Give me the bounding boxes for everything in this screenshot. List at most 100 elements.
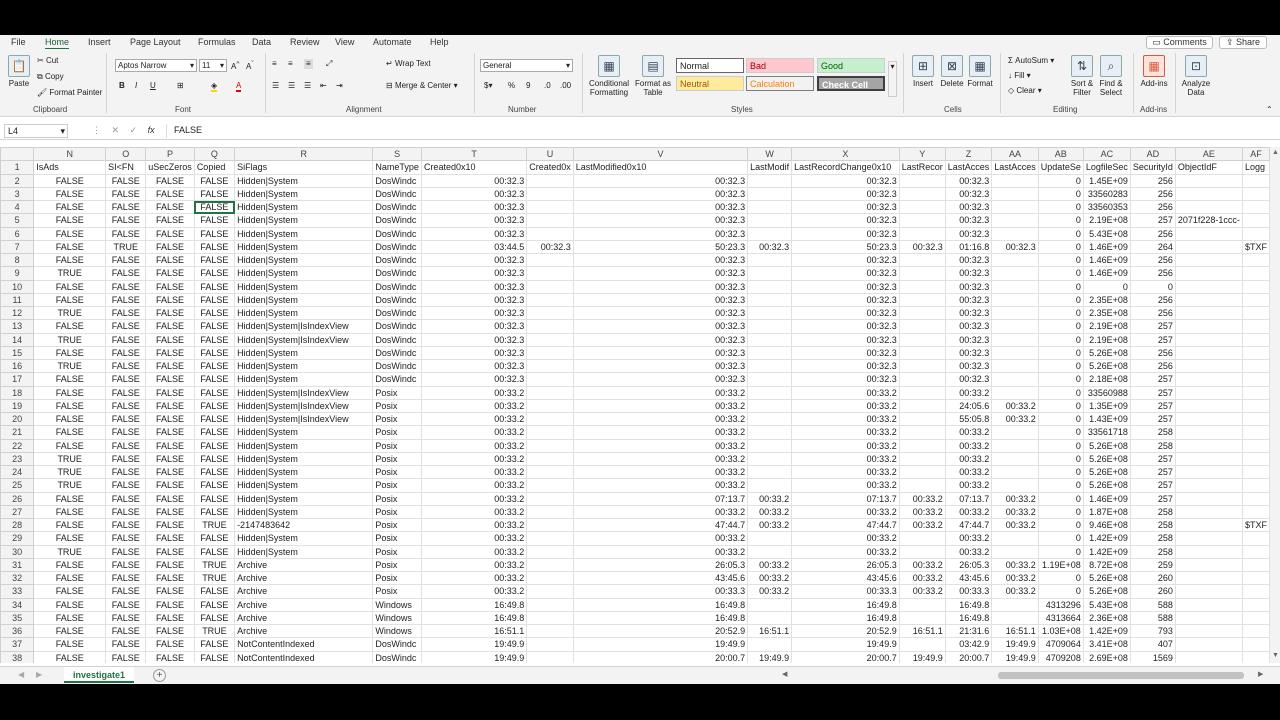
column-header[interactable]: AE	[1174, 147, 1243, 162]
cell[interactable]: 00:32.3	[572, 372, 749, 387]
cell[interactable]	[1241, 358, 1270, 374]
delete-cells-button[interactable]: ⊠ Delete	[938, 55, 966, 88]
next-sheet-icon[interactable]: ▶	[36, 670, 42, 679]
cell[interactable]: FALSE	[105, 332, 147, 347]
style-calculation[interactable]: Calculation	[746, 76, 814, 91]
cell[interactable]: 00:32.3	[791, 345, 900, 361]
cell[interactable]: 19:49.9	[420, 650, 528, 663]
insert-cells-button[interactable]: ⊞ Insert	[910, 55, 936, 88]
cell[interactable]: 00:33.3	[572, 584, 749, 599]
row-header[interactable]: 28	[0, 517, 35, 533]
cell[interactable]	[1174, 266, 1243, 281]
cell[interactable]	[991, 531, 1039, 546]
cell[interactable]: UpdateSe	[1037, 160, 1084, 175]
cell[interactable]: 00:33.2	[898, 504, 946, 520]
worksheet-grid[interactable]: N O P Q R S T U V W X Y Z AA AB AC AD AE AF 1 IsAds SI<FN uSe…	[0, 147, 1270, 663]
cell[interactable]: 00:33.2	[420, 570, 528, 586]
cell[interactable]: FALSE	[105, 584, 147, 599]
cell[interactable]: 257	[1129, 491, 1176, 506]
cell[interactable]: FALSE	[145, 425, 195, 440]
cell[interactable]	[526, 504, 574, 520]
cell[interactable]: 00:32.3	[944, 372, 993, 387]
cell[interactable]	[747, 252, 793, 268]
cell[interactable]: 00:33.2	[572, 464, 749, 480]
cell[interactable]	[1241, 637, 1270, 652]
cell[interactable]: 5.26E+08	[1082, 570, 1131, 586]
cell[interactable]: 257	[1129, 319, 1176, 334]
cell[interactable]: 00:33.2	[420, 584, 528, 599]
cell[interactable]: FALSE	[193, 584, 236, 599]
cell[interactable]: Created0x10	[420, 160, 528, 175]
cell[interactable]	[1241, 584, 1270, 599]
cell[interactable]: 9.46E+08	[1082, 517, 1131, 533]
cell[interactable]: Posix	[372, 451, 422, 467]
percent-style-button[interactable]: %	[508, 81, 515, 91]
cell[interactable]	[898, 478, 946, 493]
cell[interactable]: 2.36E+08	[1082, 610, 1131, 626]
cell[interactable]	[526, 438, 574, 453]
cell[interactable]: 47:44.7	[791, 517, 900, 533]
cell[interactable]: TRUE	[33, 478, 107, 493]
cell[interactable]	[747, 345, 793, 361]
cell[interactable]: 00:32.3	[791, 213, 900, 228]
cell[interactable]: Posix	[372, 425, 422, 440]
cell[interactable]: FALSE	[193, 531, 236, 546]
cell[interactable]	[526, 186, 574, 202]
wrap-text-button[interactable]: ↵ Wrap Text	[386, 59, 431, 69]
cell[interactable]: 5.26E+08	[1082, 584, 1131, 599]
cell[interactable]: 2.35E+08	[1082, 305, 1131, 321]
cell[interactable]: FALSE	[145, 570, 195, 586]
cell[interactable]: 0	[1037, 544, 1084, 559]
row-header[interactable]: 8	[0, 252, 35, 268]
cell[interactable]	[991, 358, 1039, 374]
row-header[interactable]: 30	[0, 544, 35, 559]
cell[interactable]: DosWindc	[372, 173, 422, 188]
styles-gallery-more[interactable]: ▾	[888, 61, 897, 97]
cell[interactable]: FALSE	[33, 319, 107, 334]
cell[interactable]: TRUE	[193, 517, 236, 533]
cell[interactable]: FALSE	[105, 252, 147, 268]
cell[interactable]: 00:32.3	[572, 292, 749, 308]
cell[interactable]: 5.43E+08	[1082, 226, 1131, 241]
cell[interactable]: FALSE	[105, 398, 147, 414]
cell[interactable]: 16:49.8	[572, 610, 749, 626]
cell[interactable]: 19:49.9	[747, 650, 793, 663]
cell[interactable]: 00:32.3	[420, 332, 528, 347]
cell[interactable]	[1174, 637, 1243, 652]
cell[interactable]: 00:32.3	[526, 239, 574, 255]
cell[interactable]: 00:32.3	[791, 372, 900, 387]
cell[interactable]: 00:32.3	[420, 226, 528, 241]
cell[interactable]: 50:23.3	[572, 239, 749, 255]
cell[interactable]	[747, 398, 793, 414]
cell[interactable]: 26:05.3	[572, 557, 749, 573]
row-header[interactable]: 17	[0, 372, 35, 387]
cell[interactable]: 00:33.2	[420, 411, 528, 427]
cell[interactable]: 0	[1037, 504, 1084, 520]
cell[interactable]: FALSE	[193, 411, 236, 427]
cell[interactable]: 00:33.3	[791, 584, 900, 599]
cell[interactable]	[898, 597, 946, 612]
column-header[interactable]: R	[234, 147, 374, 162]
cell[interactable]: TRUE	[193, 570, 236, 586]
cell[interactable]: 2.35E+08	[1082, 292, 1131, 308]
cell[interactable]	[747, 610, 793, 626]
column-header[interactable]: O	[105, 147, 147, 162]
cell[interactable]	[526, 517, 574, 533]
cell[interactable]: 00:33.2	[747, 570, 793, 586]
cell[interactable]	[898, 398, 946, 414]
cell[interactable]: 256	[1129, 358, 1176, 374]
cell[interactable]: FALSE	[145, 186, 195, 202]
analyze-data-button[interactable]: ⊡ Analyze Data	[1180, 55, 1212, 97]
cell[interactable]: 00:33.2	[991, 504, 1039, 520]
cell[interactable]: Posix	[372, 411, 422, 427]
cell[interactable]: FALSE	[105, 372, 147, 387]
cell[interactable]	[991, 319, 1039, 334]
cell[interactable]	[898, 319, 946, 334]
cell[interactable]: 2.18E+08	[1082, 372, 1131, 387]
cell[interactable]	[898, 332, 946, 347]
cell[interactable]: FALSE	[105, 531, 147, 546]
cell[interactable]: 0	[1037, 266, 1084, 281]
cell[interactable]	[898, 637, 946, 652]
cell[interactable]: 24:05.6	[944, 398, 993, 414]
cell[interactable]: 19:49.9	[420, 637, 528, 652]
